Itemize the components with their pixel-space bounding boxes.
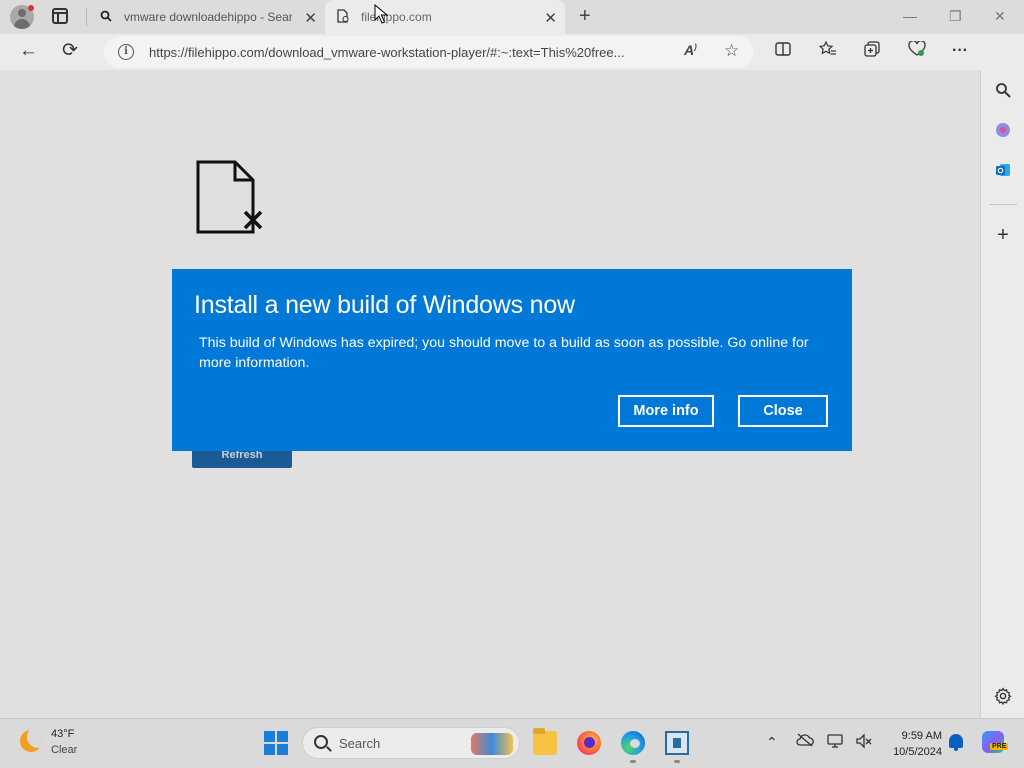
refresh-icon[interactable]: ⟳ <box>62 40 78 62</box>
url-text[interactable]: https://filehippo.com/download_vmware-wo… <box>149 45 674 60</box>
search-highlight-icon <box>471 733 513 755</box>
edge-icon[interactable] <box>621 731 645 755</box>
dialog-message: This build of Windows has expired; you s… <box>199 335 809 371</box>
mouse-cursor-icon <box>374 4 388 24</box>
weather-temperature[interactable]: 43°F <box>51 728 74 740</box>
running-indicator <box>630 760 636 763</box>
search-icon <box>98 10 114 25</box>
file-explorer-icon[interactable] <box>533 728 557 755</box>
tab-strip: vmware downloadehippo - Search ✕ filehip… <box>0 0 1024 34</box>
preview-badge: PRE <box>990 743 1009 750</box>
tab-filehippo[interactable]: filehippo.com ✕ <box>325 0 565 34</box>
back-arrow-icon[interactable]: ← <box>19 40 38 62</box>
tab-title: vmware downloadehippo - Search <box>124 10 292 24</box>
search-icon[interactable] <box>993 82 1013 104</box>
system-clock[interactable]: 9:59 AM 10/5/2024 <box>880 728 942 760</box>
sidebar-settings-gear-icon[interactable] <box>993 687 1013 711</box>
browser-toolbar: ← ⟳ i https://filehippo.com/download_vmw… <box>0 34 1024 97</box>
maximize-icon[interactable]: ❐ <box>949 8 962 25</box>
clock-time: 9:59 AM <box>901 730 942 742</box>
volume-muted-icon[interactable] <box>855 733 873 753</box>
vmware-app-icon[interactable] <box>665 731 689 755</box>
edge-sidebar: + <box>980 70 1024 718</box>
close-button[interactable]: Close <box>738 395 828 427</box>
split-screen-icon[interactable] <box>775 41 791 63</box>
show-hidden-icons-chevron-icon[interactable]: ⌃ <box>766 733 778 751</box>
search-icon <box>314 735 328 749</box>
minimize-icon[interactable]: — <box>903 8 917 24</box>
site-info-icon[interactable]: i <box>118 44 134 60</box>
tab-actions-icon[interactable] <box>52 8 68 24</box>
file-error-icon <box>196 160 263 234</box>
start-windows-icon[interactable] <box>264 731 288 755</box>
clock-date: 10/5/2024 <box>893 746 942 758</box>
taskbar: 43°F Clear Search ⌃ 9:59 AM 10/5/2024 PR… <box>0 718 1024 768</box>
copilot-sidebar-icon[interactable] <box>993 122 1013 144</box>
address-bar[interactable]: i https://filehippo.com/download_vmware-… <box>104 36 754 68</box>
read-aloud-icon[interactable]: A) <box>684 42 697 58</box>
weather-condition[interactable]: Clear <box>51 744 77 756</box>
notification-bell-icon[interactable] <box>949 734 963 751</box>
sidebar-divider <box>989 204 1017 205</box>
page-error-icon <box>335 8 351 26</box>
outlook-icon[interactable] <box>993 162 1013 184</box>
network-display-icon[interactable] <box>827 733 845 753</box>
collections-icon[interactable] <box>864 41 880 63</box>
new-tab-icon[interactable]: + <box>579 5 591 27</box>
moon-weather-icon[interactable] <box>20 730 42 752</box>
more-info-button[interactable]: More info <box>618 395 714 427</box>
taskbar-search-box[interactable]: Search <box>302 727 520 759</box>
tab-separator <box>86 8 87 26</box>
close-window-icon[interactable]: ✕ <box>994 8 1006 25</box>
windows-expired-dialog: Install a new build of Windows now This … <box>172 269 852 451</box>
favorites-icon[interactable] <box>818 40 837 63</box>
search-placeholder: Search <box>339 736 381 751</box>
add-sidebar-app-icon[interactable]: + <box>993 225 1013 245</box>
firefox-icon[interactable] <box>577 731 601 755</box>
running-indicator <box>674 760 680 763</box>
dialog-title: Install a new build of Windows now <box>194 291 575 319</box>
tab-search[interactable]: vmware downloadehippo - Search ✕ <box>88 0 325 34</box>
favorite-star-icon[interactable]: ☆ <box>724 41 739 61</box>
browser-essentials-icon[interactable] <box>908 40 926 63</box>
close-tab-icon[interactable]: ✕ <box>544 9 557 27</box>
more-options-icon[interactable]: ··· <box>952 41 968 61</box>
profile-notification-dot <box>28 5 34 11</box>
onedrive-offline-icon[interactable] <box>796 733 814 751</box>
close-tab-icon[interactable]: ✕ <box>304 9 317 27</box>
